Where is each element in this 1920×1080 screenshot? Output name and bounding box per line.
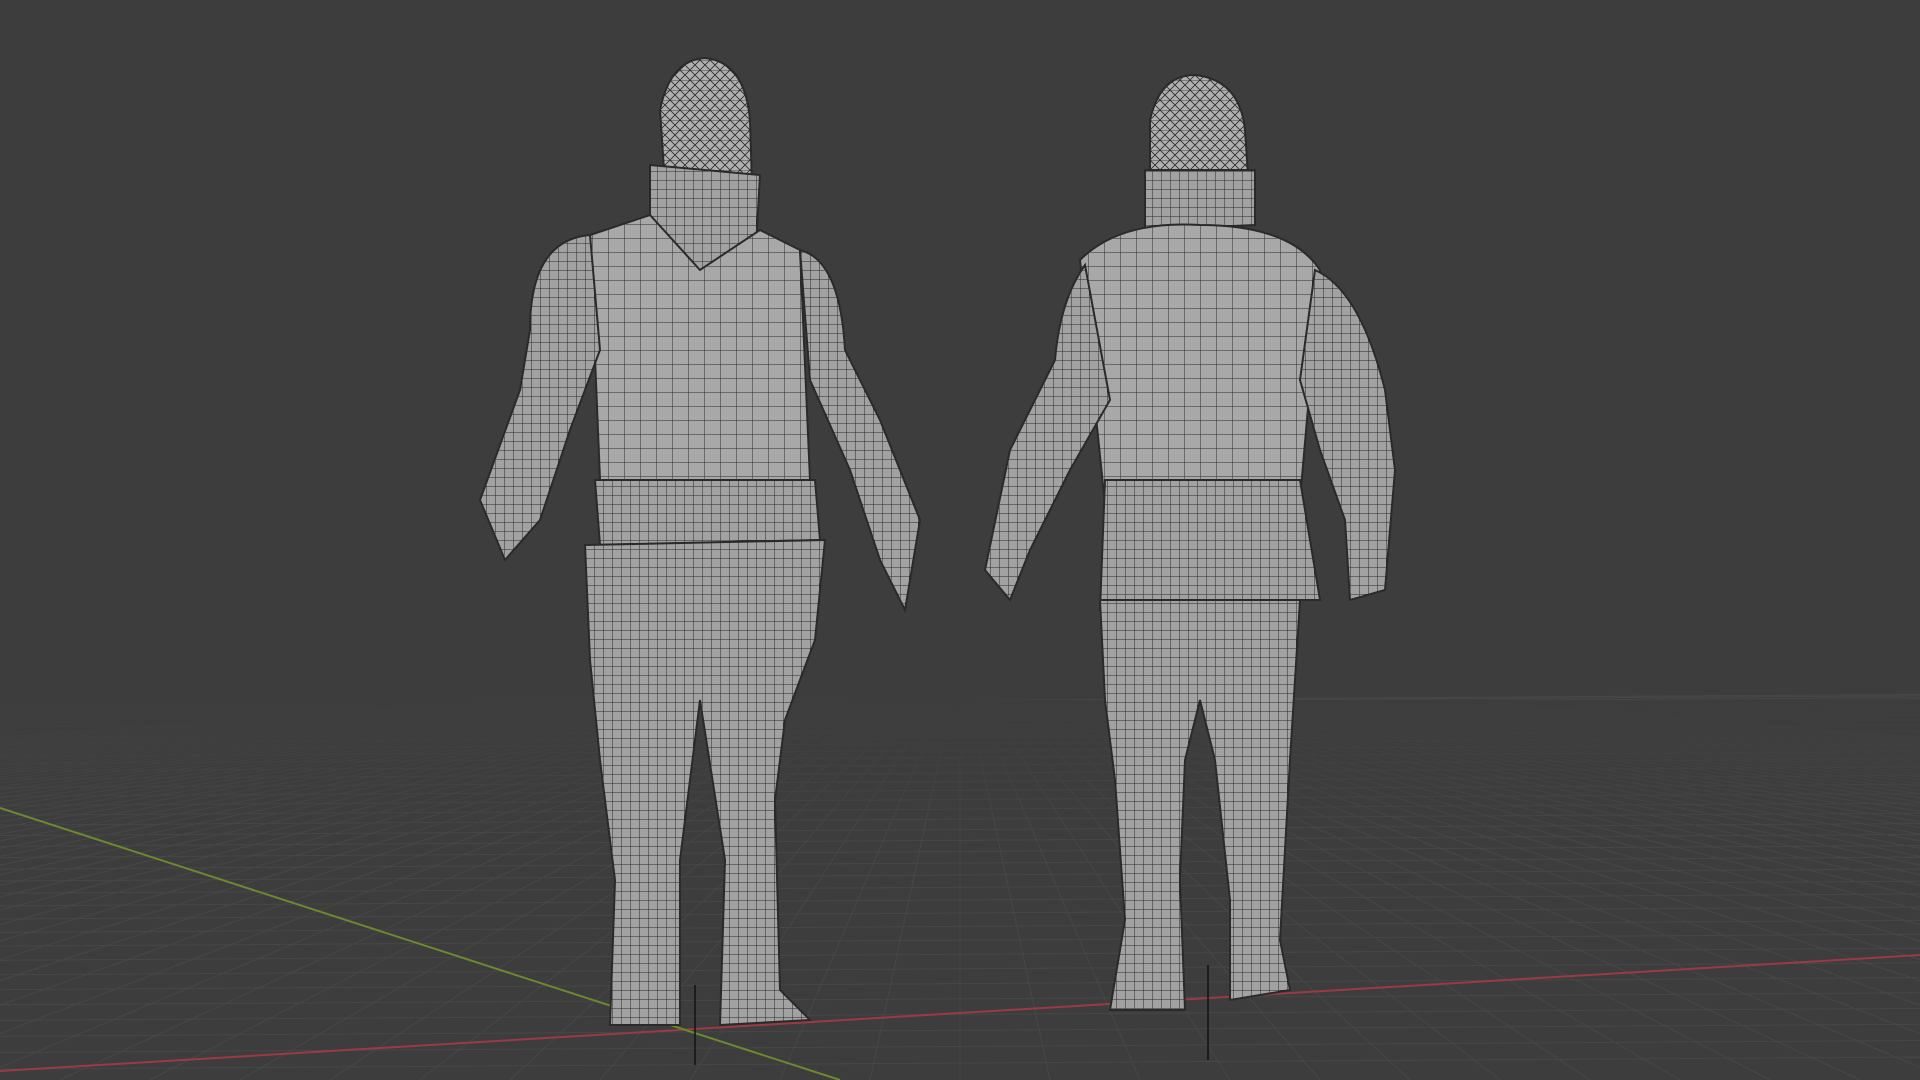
armor-back-view[interactable]	[983, 73, 1397, 1011]
front-arm-right	[478, 233, 602, 562]
back-arm-left	[983, 262, 1112, 602]
front-fauld	[593, 479, 822, 547]
back-fauld	[1098, 479, 1322, 612]
back-collar	[1144, 169, 1256, 232]
grid-fade	[0, 700, 1920, 840]
back-arm-right	[1298, 268, 1397, 602]
y-axis-line	[0, 807, 841, 1080]
back-torso	[1078, 223, 1322, 507]
armor-front-view[interactable]	[478, 56, 922, 1027]
3d-viewport[interactable]	[0, 0, 1920, 1080]
